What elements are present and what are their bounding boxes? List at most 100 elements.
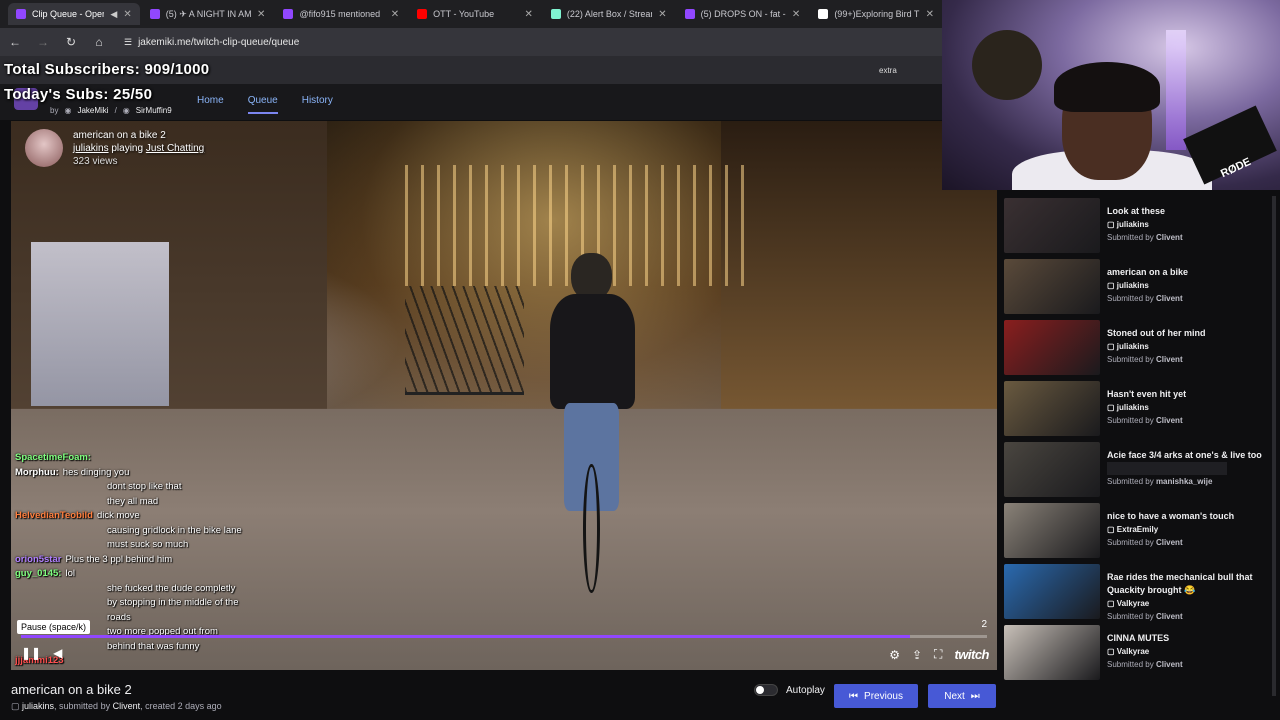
queue-item-submitter: Submitted by manishka_wije [1107,477,1213,486]
queue-item[interactable]: Rae rides the mechanical bull that Quack… [1004,564,1274,625]
autoplay-control[interactable]: Autoplay [754,684,825,696]
tab-close-icon[interactable]: ✕ [123,9,131,20]
tab-audio-icon[interactable]: ◀ [110,9,117,20]
nav-home[interactable]: Home [197,95,224,114]
nav-history[interactable]: History [302,95,333,114]
twitch-logo[interactable]: twitch [954,647,989,662]
byline-prefix: by [50,106,59,115]
browser-tab[interactable]: (99+)Exploring Bird Thec ✕ [810,3,942,25]
share-icon[interactable]: ⇪ [912,648,922,662]
video-scene-shop-window [30,241,169,407]
browser-tab[interactable]: (22) Alert Box / Streamla ✕ [543,3,675,25]
clip-queue-list: Look at these ▢ juliakins Submitted by Cli… [1004,198,1274,686]
queue-item-title: Hasn't even hit yet [1107,389,1187,399]
queue-item-channel: juliakins [1116,281,1149,290]
queue-item-channel: Valkyrae [1116,647,1150,656]
volume-icon[interactable]: ◀ [53,646,62,660]
view-count: 323 views [73,156,118,167]
chat-message: Morphuu: hes dinging you [15,466,275,481]
address-bar-row: ← → ↻ ⌂ ☰ jakemiki.me/twitch-clip-queue/… [0,28,942,56]
queue-item-submitter: Submitted by Clivent [1107,660,1183,669]
queue-thumbnail[interactable] [1004,625,1100,680]
queue-thumbnail[interactable] [1004,320,1100,375]
tab-close-icon[interactable]: ✕ [792,9,800,20]
queue-item-submitter: Submitted by Clivent [1107,612,1183,621]
queue-item[interactable]: Hasn't even hit yet ▢ juliakins Submitted … [1004,381,1274,442]
extension-label[interactable]: extra [879,66,897,75]
current-clip-meta: ▢ juliakins, submitted by Clivent, creat… [11,701,222,711]
queue-item-title: nice to have a woman's touch [1107,511,1235,521]
chat-message: guy_0145: lol [15,567,275,582]
pause-icon[interactable]: ❚❚ [21,646,41,660]
browser-tab-bar: Clip Queue - Open◀✕(5) ✈ A NIGHT IN AMST… [0,0,942,28]
plush-toy [972,30,1042,100]
fullscreen-icon[interactable]: ⛶ [934,647,942,662]
autoplay-label: Autoplay [786,684,825,696]
queue-item[interactable]: CINNA MUTES ▢ Valkyrae Submitted by Cliven… [1004,625,1274,686]
next-icon: ⏭ [970,690,980,702]
queue-item-title: Rae rides the mechanical bull that Quack… [1107,572,1253,595]
nav-queue[interactable]: Queue [247,95,278,114]
chat-text: dick move [96,510,140,521]
chat-message: must suck so much [15,538,275,553]
category-link[interactable]: Just Chatting [146,143,204,154]
queue-scrollbar[interactable] [1272,196,1276,696]
tab-close-icon[interactable]: ✕ [926,9,934,20]
queue-thumbnail[interactable] [1004,503,1100,558]
current-clip-channel[interactable]: juliakins [22,701,54,711]
queue-item-title: Stoned out of her mind [1107,328,1206,338]
tab-close-icon[interactable]: ✕ [391,9,399,20]
chat-text: behind that was funny [107,640,200,652]
browser-tab[interactable]: Clip Queue - Open ◀ ✕ [8,3,140,25]
reload-icon[interactable]: ↻ [64,35,78,49]
url-field[interactable]: ☰ jakemiki.me/twitch-clip-queue/queue [124,37,299,48]
tab-close-icon[interactable]: ✕ [524,9,532,20]
github-icon: ◉ [64,106,72,115]
chat-message: SpacetimeFoam: [15,451,275,466]
video-player[interactable]: american on a bike 2 juliakins playing J… [11,121,997,670]
queue-item[interactable]: Look at these ▢ juliakins Submitted by Cli… [1004,198,1274,259]
browser-tab[interactable]: OTT - YouTube ✕ [409,3,541,25]
queue-item-submitter: Submitted by Clivent [1107,538,1183,547]
chat-text: Plus the 3 ppl behind him [65,553,173,565]
chat-username: HelvedianTeobild [15,510,93,521]
queue-item-title: american on a bike [1107,267,1189,277]
channel-avatar[interactable] [25,129,63,167]
forward-icon[interactable]: → [36,35,50,49]
settings-icon[interactable]: ⚙ [889,648,900,662]
queue-thumbnail[interactable] [1004,564,1100,619]
home-icon[interactable]: ⌂ [92,35,106,49]
progress-bar[interactable] [21,635,987,638]
queue-thumbnail[interactable] [1004,381,1100,436]
tab-title: (5) ✈ A NIGHT IN AMST [165,8,252,19]
tab-close-icon[interactable]: ✕ [658,9,666,20]
site-info-icon[interactable]: ☰ [124,37,132,48]
clip-counter: 2 [981,619,987,630]
queue-item[interactable]: american on a bike ▢ juliakins Submitted b… [1004,259,1274,320]
next-button[interactable]: Next ⏭ [928,684,996,708]
back-icon[interactable]: ← [8,35,22,49]
chat-icon: ▢ [1107,599,1117,608]
author-link[interactable]: SirMuffin9 [136,106,172,115]
tab-close-icon[interactable]: ✕ [257,9,265,20]
queue-item[interactable]: Stoned out of her mind ▢ juliakins Submitt… [1004,320,1274,381]
webcam-overlay: RØDE [942,0,1280,190]
queue-thumbnail[interactable] [1004,442,1100,497]
chat-text: causing gridlock in the bike lane [107,524,242,536]
clip-title[interactable]: american on a bike 2 [73,129,204,142]
queue-item-channel: ExtraEmily [1116,525,1159,534]
chat-icon: ▢ [11,701,20,711]
autoplay-toggle[interactable] [754,684,778,696]
previous-button[interactable]: ⏮ Previous [834,684,918,708]
queue-item[interactable]: Acie face 3/4 arks at one's & live too Su… [1004,442,1274,503]
current-clip-submitter: Clivent [112,701,141,711]
author-link[interactable]: JakeMiki [77,106,108,115]
queue-thumbnail[interactable] [1004,259,1100,314]
browser-tab[interactable]: (5) DROPS ON - fat - Twi ✕ [677,3,809,25]
browser-tab[interactable]: (5) ✈ A NIGHT IN AMST ✕ [142,3,274,25]
queue-item[interactable]: nice to have a woman's touch ▢ ExtraEmily… [1004,503,1274,564]
browser-tab[interactable]: @fifo915 mentioned ✕ [275,3,407,25]
channel-link[interactable]: juliakins [73,143,109,154]
queue-thumbnail[interactable] [1004,198,1100,253]
placeholder-line [1107,462,1227,475]
